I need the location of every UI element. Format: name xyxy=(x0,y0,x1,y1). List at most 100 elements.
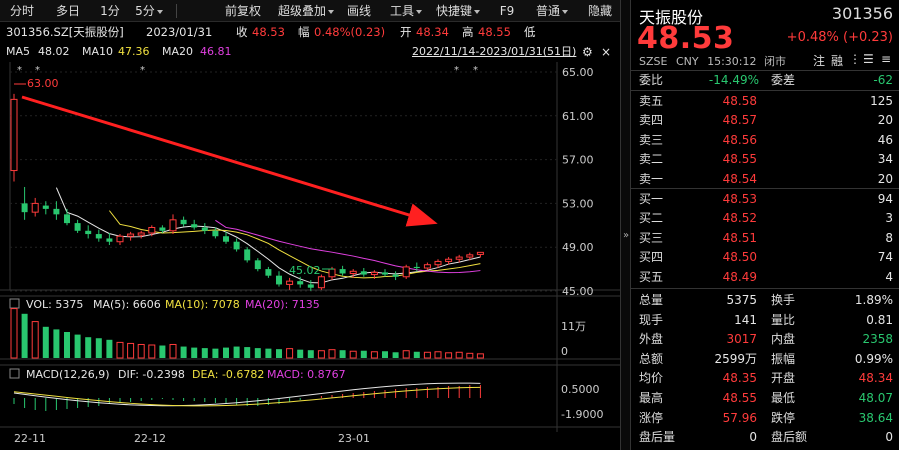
volume-bar-down xyxy=(223,347,229,358)
bid-row[interactable]: 买五 48.49 4 xyxy=(631,268,899,287)
volume-bar-up xyxy=(169,343,177,359)
bar-date: 2023/01/31 xyxy=(146,25,213,39)
stat-label: 跌停 xyxy=(771,410,796,425)
ma-legend: MA5 48.02 MA10 47.36 MA20 46.81 2022/11/… xyxy=(0,42,620,62)
candle-body-up xyxy=(10,98,18,172)
bar-info: 301356.SZ[天振股份] 2023/01/31 收 48.53 幅 0.4… xyxy=(0,22,620,42)
ask-row[interactable]: 卖一 48.54 20 xyxy=(631,170,899,189)
hide-button[interactable]: 隐藏 xyxy=(580,2,620,20)
f9-button[interactable]: F9 xyxy=(494,2,520,20)
volume-bar-down xyxy=(339,350,346,358)
volume-bar-up xyxy=(31,321,39,359)
panel-toggle-icon[interactable] xyxy=(9,368,20,379)
tools-button[interactable]: 工具 xyxy=(388,2,424,20)
margin-button[interactable]: 融 xyxy=(831,52,843,69)
menu-icon[interactable]: ≡ xyxy=(881,52,891,66)
ask-row[interactable]: 卖五 48.58 125 xyxy=(631,92,899,111)
ask-row[interactable]: 卖四 48.57 20 xyxy=(631,111,899,130)
candle-body-up xyxy=(148,226,156,234)
volume-bar-down xyxy=(265,348,272,358)
volume-bar-up xyxy=(286,348,294,359)
bid-price: 48.50 xyxy=(722,250,757,265)
volume-bar-up xyxy=(423,351,431,359)
date-range[interactable]: 2022/11/14-2023/01/31(51日) xyxy=(412,42,576,62)
tab-intraday[interactable]: 分时 xyxy=(4,2,40,20)
vol-title: VOL: 5375 xyxy=(26,298,83,311)
stat-label: 外盘 xyxy=(639,332,664,347)
price-axis: 65.00 61.00 57.00 53.00 49.00 45.00 xyxy=(562,66,594,298)
stat-label: 开盘 xyxy=(771,371,796,386)
settings-gear-icon[interactable]: ⚙ xyxy=(582,42,593,62)
price-tick-label: 49.00 xyxy=(562,241,594,254)
stat-value: 0.81 xyxy=(866,312,893,327)
event-star-icon: * xyxy=(17,65,22,76)
list-icon[interactable]: ☰ xyxy=(863,52,874,66)
volume-bar-down xyxy=(42,326,49,358)
stat-label: 最低 xyxy=(771,391,796,405)
ma10-label: MA10 xyxy=(82,45,114,58)
bid-row[interactable]: 买一 48.53 94 xyxy=(631,190,899,209)
bid-row[interactable]: 买三 48.51 8 xyxy=(631,229,899,248)
ask-row[interactable]: 卖三 48.56 46 xyxy=(631,131,899,150)
stat-label: 内盘 xyxy=(771,332,796,347)
chevron-right-icon[interactable]: » xyxy=(622,230,630,241)
panel-toggle-icon[interactable] xyxy=(9,298,20,309)
bid-level-label: 买一 xyxy=(639,192,664,206)
super-overlay-button[interactable]: 超级叠加 xyxy=(274,2,338,20)
candle-body-down xyxy=(191,224,198,228)
volume-bar-up xyxy=(328,349,336,359)
ask-volume: 20 xyxy=(877,171,893,186)
volume-bars xyxy=(10,308,484,359)
stat-value: 48.34 xyxy=(858,371,893,386)
close-icon[interactable]: × xyxy=(601,42,611,62)
volume-bar-down xyxy=(233,346,240,358)
bid-level-label: 买三 xyxy=(639,230,664,245)
chevron-down-icon xyxy=(328,9,334,14)
divider-line xyxy=(631,188,899,189)
tab-multi-day[interactable]: 多日 xyxy=(50,2,86,20)
stat-row: 总额 2599万 振幅 0.99% xyxy=(631,350,899,369)
normal-mode-button[interactable]: 普通 xyxy=(534,2,570,20)
volume-bar-down xyxy=(307,350,314,358)
stat-label: 涨停 xyxy=(639,410,664,425)
market-status: 闭市 xyxy=(764,55,786,68)
ask-volume: 34 xyxy=(877,152,893,167)
volume-bar-up xyxy=(402,350,410,359)
stat-value: 48.55 xyxy=(722,391,757,405)
candle-body-up xyxy=(476,251,484,255)
volume-bar-down xyxy=(244,347,251,358)
macd-title: MACD(12,26,9) xyxy=(26,368,110,381)
tab-1min[interactable]: 1分 xyxy=(96,2,124,20)
panel-divider[interactable]: » xyxy=(620,0,631,450)
draw-line-button[interactable]: 画线 xyxy=(342,2,376,20)
volume-bar-down xyxy=(106,339,113,358)
candle-body-down xyxy=(265,269,272,276)
tab-5min[interactable]: 5分 xyxy=(132,2,166,20)
volume-bar-up xyxy=(148,344,156,359)
ask-row[interactable]: 卖二 48.55 34 xyxy=(631,150,899,169)
candle-body-up xyxy=(169,219,177,232)
candle-body-down xyxy=(382,272,388,275)
kline-chart[interactable]: 63.00 45.02 * * * * * 65.00 61.00 57.00 53.… xyxy=(0,62,620,450)
candle-body-up xyxy=(127,233,135,237)
high-label: 高 xyxy=(462,25,474,39)
more-icon[interactable]: ⋮ xyxy=(849,52,861,66)
volume-bar-up xyxy=(434,351,442,359)
candle-body-down xyxy=(254,260,261,270)
candle-body-down xyxy=(413,266,420,269)
stat-value: 2358 xyxy=(862,332,893,347)
stat-value: 38.64 xyxy=(858,410,893,425)
stat-row: 均价 48.35 开盘 48.34 xyxy=(631,369,899,388)
note-button[interactable]: 注 xyxy=(813,52,825,69)
stat-value: 3017 xyxy=(726,332,757,347)
currency: CNY xyxy=(675,55,699,68)
min-annotation: 45.02 xyxy=(289,264,334,277)
ask-volume: 125 xyxy=(870,94,893,108)
date-label-jan: 23-01 xyxy=(338,432,370,445)
forward-adjust-button[interactable]: 前复权 xyxy=(220,2,266,20)
candle-body-down xyxy=(64,214,70,224)
bid-row[interactable]: 买四 48.50 74 xyxy=(631,248,899,267)
bid-row[interactable]: 买二 48.52 3 xyxy=(631,209,899,228)
shortcut-button[interactable]: 快捷键 xyxy=(430,2,486,20)
candle-body-up xyxy=(328,268,336,278)
